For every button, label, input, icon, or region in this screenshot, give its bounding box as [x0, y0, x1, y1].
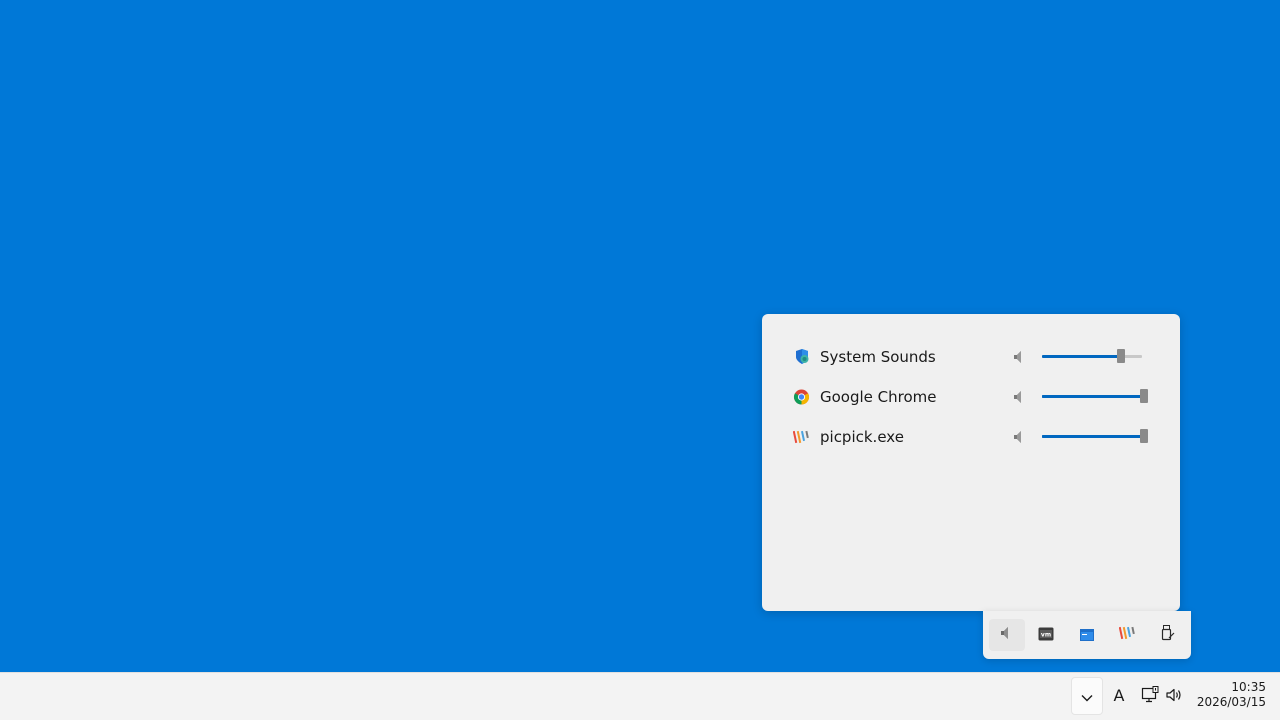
chevron-down-icon: [1081, 687, 1093, 706]
network-icon[interactable]: [1140, 685, 1160, 705]
volume-slider-system-sounds[interactable]: [1042, 347, 1146, 367]
app-name-label: System Sounds: [820, 348, 936, 366]
app-name-label: picpick.exe: [820, 428, 904, 446]
clock-time: 10:35: [1231, 680, 1266, 694]
volume-slider-picpick[interactable]: [1042, 427, 1148, 447]
slider-thumb[interactable]: [1140, 389, 1148, 403]
app-window-icon: [1080, 626, 1094, 645]
slider-fill: [1042, 395, 1142, 398]
tray-overflow-panel: vm: [983, 611, 1191, 659]
app-name-label: Google Chrome: [820, 388, 937, 406]
slider-thumb[interactable]: [1140, 429, 1148, 443]
tray-vmware-button[interactable]: vm: [1028, 619, 1064, 651]
picpick-icon: [792, 429, 810, 445]
speaker-icon[interactable]: [1011, 388, 1029, 406]
tray-volume-button[interactable]: [989, 619, 1025, 651]
taskbar-volume-icon[interactable]: [1165, 685, 1185, 705]
vmware-icon: vm: [1038, 626, 1054, 645]
slider-fill: [1042, 355, 1121, 358]
show-hidden-icons-button[interactable]: [1071, 677, 1103, 715]
picpick-icon: [1118, 625, 1136, 645]
mixer-row-system-sounds: System Sounds: [762, 337, 1180, 377]
mixer-row-google-chrome: Google Chrome: [762, 377, 1180, 417]
speaker-icon[interactable]: [1011, 348, 1029, 366]
taskbar: A 10:35 2026/03/15: [0, 672, 1280, 720]
usb-drive-icon: [1159, 625, 1175, 645]
system-sounds-icon: [793, 349, 810, 365]
mixer-row-picpick: picpick.exe: [762, 417, 1180, 457]
tray-usb-button[interactable]: [1149, 619, 1185, 651]
volume-slider-google-chrome[interactable]: [1042, 387, 1148, 407]
input-method-indicator[interactable]: A: [1109, 685, 1129, 705]
clock[interactable]: 10:35 2026/03/15: [1196, 680, 1266, 710]
tray-app-window-button[interactable]: [1069, 619, 1105, 651]
svg-text:vm: vm: [1041, 631, 1051, 638]
volume-icon: [998, 624, 1016, 646]
clock-date: 2026/03/15: [1196, 695, 1266, 709]
slider-thumb[interactable]: [1117, 349, 1125, 363]
volume-mixer-panel: System Sounds Google Chrome picpick.exe: [762, 314, 1180, 611]
speaker-icon[interactable]: [1011, 428, 1029, 446]
tray-picpick-button[interactable]: [1109, 619, 1145, 651]
chrome-icon: [793, 389, 810, 405]
slider-fill: [1042, 435, 1142, 438]
